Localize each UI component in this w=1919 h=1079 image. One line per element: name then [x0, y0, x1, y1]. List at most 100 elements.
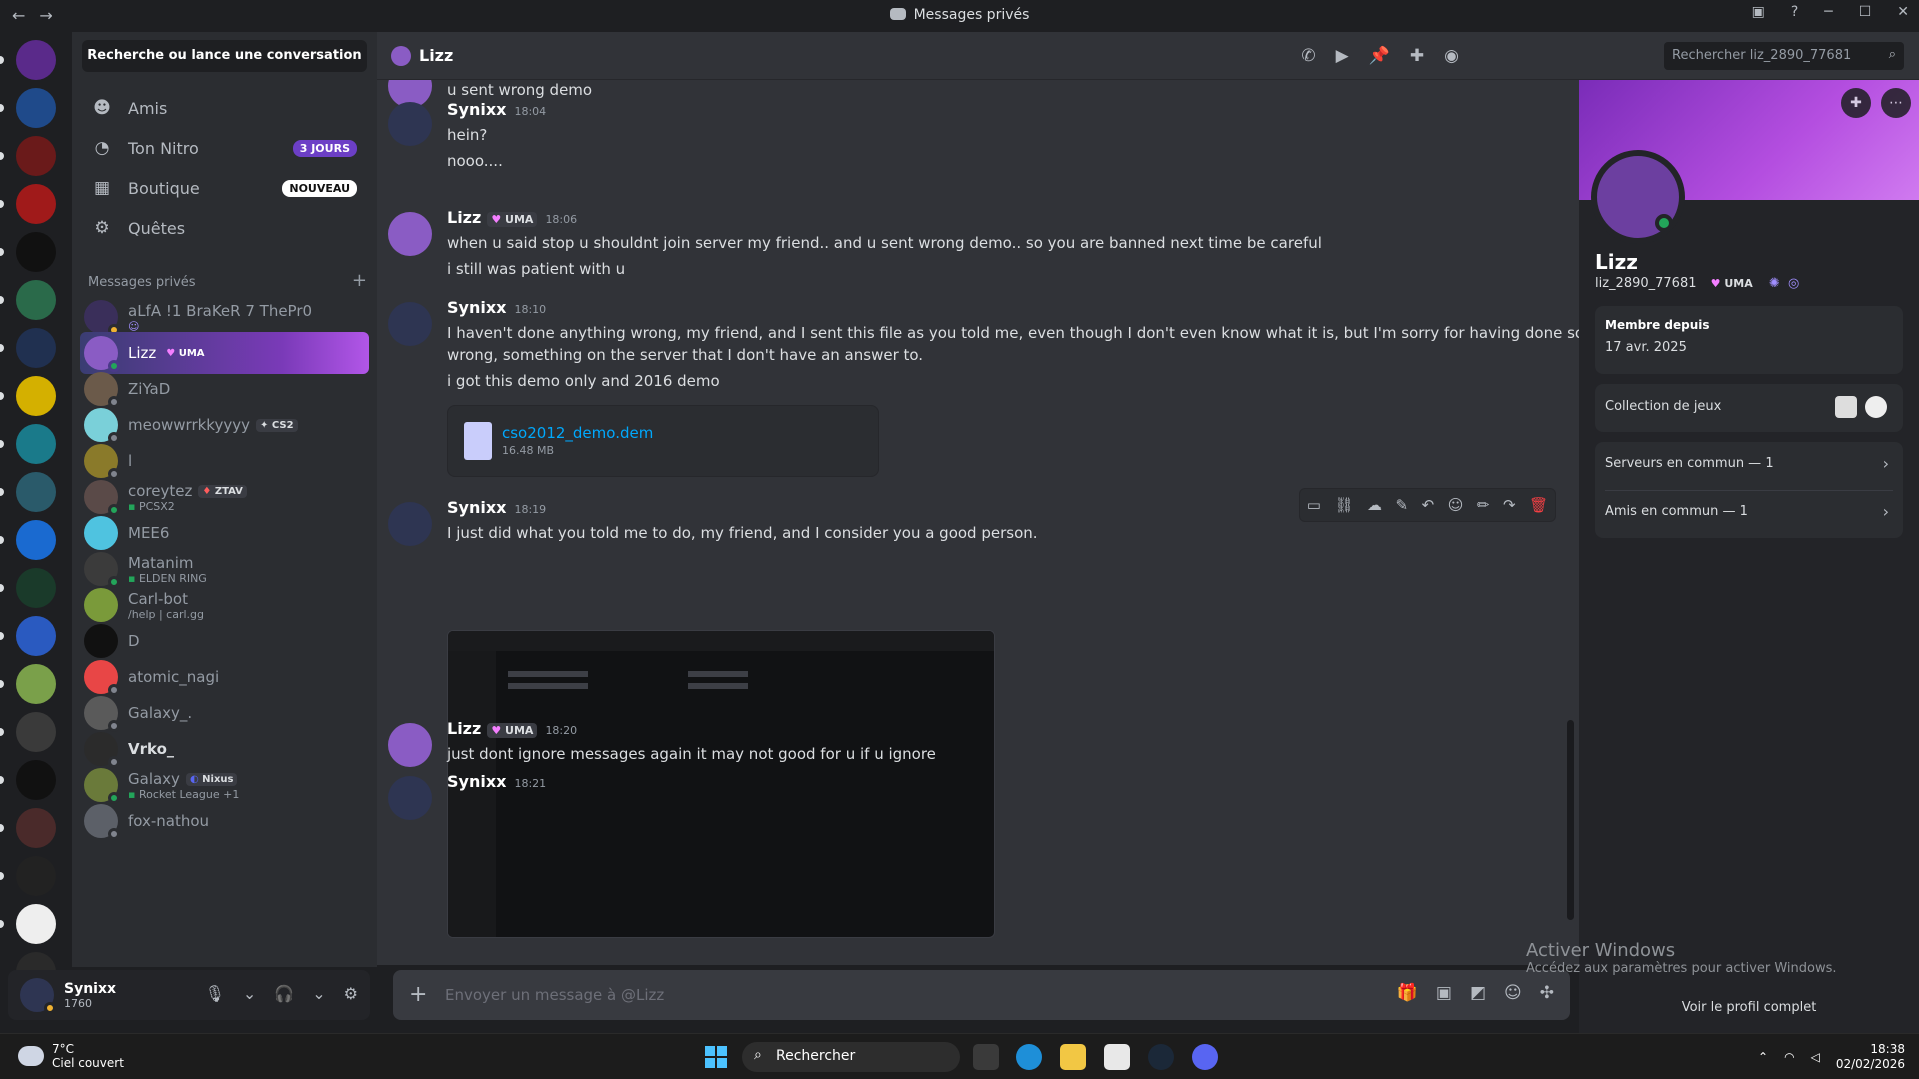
inbox-icon[interactable]: ▣ — [1752, 4, 1765, 20]
mutual-friends-link[interactable]: Amis en commun — 1 — [1605, 504, 1748, 519]
microphone-icon[interactable]: 🎙 — [205, 984, 225, 1003]
thread-icon[interactable]: ☁ — [1367, 496, 1382, 514]
author-name[interactable]: Lizz — [447, 719, 481, 738]
find-conversation-button[interactable]: Recherche ou lance une conversation — [82, 40, 367, 72]
add-friend-icon[interactable]: ✚ — [1841, 88, 1871, 118]
chevron-down-icon[interactable]: ⌄ — [243, 984, 256, 1003]
author-name[interactable]: Synixx — [447, 100, 506, 119]
add-friend-icon[interactable]: ✚ — [1410, 46, 1424, 66]
chevron-up-icon[interactable]: ⌃ — [1758, 1050, 1768, 1064]
nav-quests[interactable]: ⚙ Quêtes — [80, 208, 369, 248]
server-icon[interactable] — [16, 376, 56, 416]
server-icon[interactable] — [16, 808, 56, 848]
chevron-right-icon[interactable]: › — [1883, 502, 1889, 521]
profile-toggle-icon[interactable]: ◉ — [1444, 46, 1459, 66]
edge-icon[interactable] — [1016, 1044, 1042, 1070]
more-options-icon[interactable]: ⋯ — [1881, 88, 1911, 118]
clock[interactable]: 18:38 02/02/2026 — [1836, 1042, 1905, 1072]
status-indicator — [44, 1002, 56, 1014]
wifi-icon[interactable]: ◠ — [1784, 1050, 1794, 1064]
avatar[interactable] — [388, 723, 432, 767]
store-icon[interactable] — [1104, 1044, 1130, 1070]
chevron-down-icon[interactable]: ⌄ — [312, 984, 325, 1003]
start-button[interactable] — [705, 1046, 727, 1068]
dm-search-input[interactable]: Rechercher liz_2890_77681 ⌕ — [1664, 42, 1904, 70]
author-name[interactable]: Lizz — [447, 208, 481, 227]
server-icon[interactable] — [16, 664, 56, 704]
file-explorer-icon[interactable] — [1060, 1044, 1086, 1070]
maximize-icon[interactable]: ☐ — [1859, 4, 1872, 20]
minimize-icon[interactable]: ─ — [1824, 4, 1832, 20]
avatar[interactable] — [388, 212, 432, 256]
emoji-icon[interactable]: ☺ — [1504, 983, 1522, 1003]
profile-avatar[interactable] — [1591, 150, 1685, 244]
gif-icon[interactable]: ▣ — [1436, 983, 1452, 1003]
server-icon[interactable] — [16, 472, 56, 512]
badge-icon[interactable]: ✺ — [1769, 276, 1780, 291]
message-input[interactable] — [445, 982, 1145, 1008]
game-collection-card[interactable]: Collection de jeux — [1595, 384, 1903, 432]
server-icon[interactable] — [16, 904, 56, 944]
server-icon[interactable] — [16, 88, 56, 128]
server-icon[interactable] — [16, 232, 56, 272]
video-icon[interactable]: ▶ — [1336, 46, 1349, 66]
headphones-icon[interactable]: 🎧 — [274, 984, 294, 1003]
server-icon[interactable] — [16, 40, 56, 80]
pin-icon[interactable]: 📌 — [1369, 46, 1390, 66]
avatar[interactable] — [388, 776, 432, 820]
server-icon[interactable] — [16, 184, 56, 224]
server-icon[interactable] — [16, 856, 56, 896]
reaction-icon[interactable]: ☺ — [1448, 496, 1464, 514]
avatar[interactable] — [388, 102, 432, 146]
author-name[interactable]: Synixx — [447, 298, 506, 317]
sticker-icon[interactable]: ◩ — [1470, 983, 1486, 1003]
mutual-servers-link[interactable]: Serveurs en commun — 1 — [1605, 456, 1774, 471]
scrollbar-thumb[interactable] — [1567, 720, 1574, 920]
dm-item[interactable]: fox-nathou — [80, 800, 369, 842]
avatar[interactable] — [388, 502, 432, 546]
nav-shop[interactable]: ▦ Boutique NOUVEAU — [80, 168, 369, 208]
server-icon[interactable] — [16, 712, 56, 752]
server-icon[interactable] — [16, 424, 56, 464]
author-name[interactable]: Synixx — [447, 772, 506, 791]
server-icon[interactable] — [16, 616, 56, 656]
server-icon[interactable] — [16, 136, 56, 176]
volume-icon[interactable]: ◁ — [1811, 1050, 1820, 1064]
author-name[interactable]: Synixx — [447, 498, 506, 517]
server-icon[interactable] — [16, 568, 56, 608]
taskbar-search[interactable]: ⌕ Rechercher — [742, 1042, 960, 1072]
gear-icon[interactable]: ⚙ — [344, 984, 358, 1003]
pin-icon[interactable]: ✎ — [1396, 496, 1409, 514]
discord-taskbar-icon[interactable] — [1192, 1044, 1218, 1070]
nav-nitro[interactable]: ◔ Ton Nitro 3 JOURS — [80, 128, 369, 168]
task-view-icon[interactable] — [973, 1044, 999, 1070]
copy-id-icon[interactable]: ▭ — [1307, 496, 1321, 514]
reply-icon[interactable]: ↶ — [1422, 496, 1435, 514]
steam-icon[interactable] — [1148, 1044, 1174, 1070]
nav-friends[interactable]: ☻ Amis — [80, 88, 369, 128]
server-icon[interactable] — [16, 280, 56, 320]
view-full-profile-link[interactable]: Voir le profil complet — [1579, 1000, 1919, 1015]
server-icon[interactable] — [16, 520, 56, 560]
link-icon[interactable]: ⛓ — [1334, 496, 1353, 514]
forward-icon[interactable]: ↷ — [1503, 496, 1516, 514]
nitro-badge-icon[interactable]: ◎ — [1788, 276, 1799, 291]
help-icon[interactable]: ? — [1791, 4, 1798, 20]
chevron-right-icon[interactable]: › — [1883, 454, 1889, 473]
attachment-filename-link[interactable]: cso2012_demo.dem — [502, 424, 653, 442]
edit-icon[interactable]: ✏ — [1477, 496, 1490, 514]
close-icon[interactable]: ✕ — [1897, 4, 1909, 20]
channel-title[interactable]: Lizz — [419, 46, 453, 65]
gift-icon[interactable]: 🎁 — [1397, 983, 1418, 1003]
call-icon[interactable]: ✆ — [1301, 46, 1315, 66]
apps-icon[interactable]: ✣ — [1540, 983, 1554, 1003]
weather-widget[interactable]: 7°C Ciel couvert — [18, 1042, 124, 1070]
server-icon[interactable] — [16, 328, 56, 368]
user-avatar[interactable] — [20, 978, 56, 1014]
delete-icon[interactable]: 🗑 — [1529, 496, 1548, 514]
create-dm-plus-icon[interactable]: + — [352, 272, 367, 290]
server-icon[interactable] — [16, 760, 56, 800]
message: Lizz ♥ UMA 18:06 when u said stop u should… — [377, 208, 1579, 282]
add-attachment-plus-icon[interactable]: + — [409, 982, 427, 1007]
avatar[interactable] — [388, 302, 432, 346]
